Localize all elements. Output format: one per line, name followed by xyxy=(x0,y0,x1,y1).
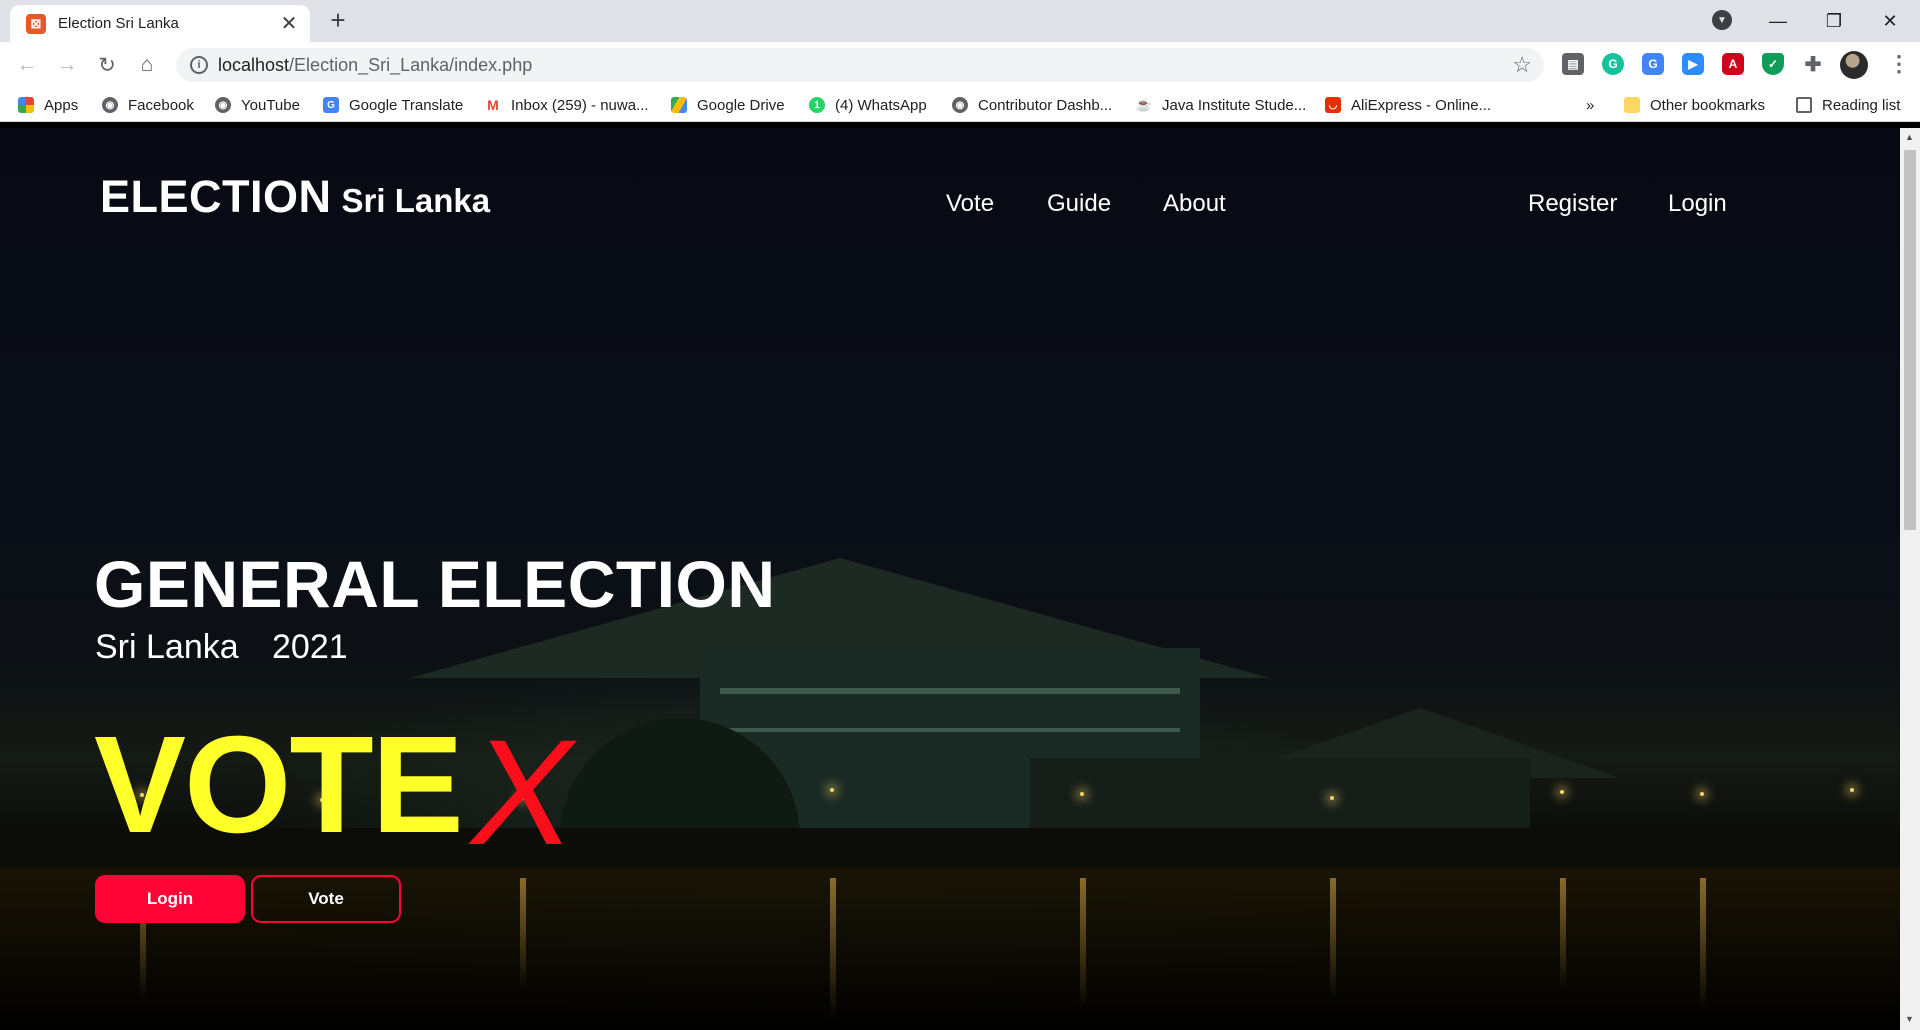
nav-guide-link[interactable]: Guide xyxy=(1047,190,1111,218)
bookmark-other-bookmarks[interactable]: Other bookmarks xyxy=(1624,93,1765,117)
adobe-pdf-icon[interactable]: A xyxy=(1722,53,1744,75)
nav-vote-link[interactable]: Vote xyxy=(946,190,994,218)
bookmark-google-drive[interactable]: Google Drive xyxy=(671,93,785,117)
bookmark-google-translate[interactable]: G Google Translate xyxy=(323,93,463,117)
extensions-puzzle-icon[interactable]: ✚ xyxy=(1802,53,1824,76)
url-text[interactable]: localhost/Election_Sri_Lanka/index.php xyxy=(218,55,532,76)
reader-mode-icon[interactable]: ▤ xyxy=(1562,53,1584,75)
shield-extension-icon[interactable]: ✓ xyxy=(1762,53,1784,75)
bookmark-contributor-dashboard[interactable]: ◉ Contributor Dashb... xyxy=(952,93,1112,117)
xampp-favicon-icon: ⊠ xyxy=(26,13,46,34)
tab-title: Election Sri Lanka xyxy=(58,15,179,32)
hero-country: Sri Lanka xyxy=(95,628,239,666)
brand-title: ELECTION xyxy=(100,171,332,222)
bookmark-java-institute[interactable]: ☕ Java Institute Stude... xyxy=(1136,93,1306,117)
bookmark-facebook[interactable]: ◉ Facebook xyxy=(102,93,194,117)
nav-about-link[interactable]: About xyxy=(1163,190,1226,218)
browser-tab-active[interactable]: ⊠ Election Sri Lanka ✕ xyxy=(10,5,310,42)
drive-icon xyxy=(671,97,687,113)
hero-vote-button[interactable]: Vote xyxy=(251,875,401,923)
tab-search-icon[interactable]: ▼ xyxy=(1712,10,1732,30)
brand-subtitle: Sri Lanka xyxy=(341,182,491,219)
globe-icon: ◉ xyxy=(952,97,968,113)
reading-list-icon xyxy=(1796,97,1812,113)
close-window-button[interactable]: ✕ xyxy=(1862,0,1918,42)
reload-icon[interactable]: ↻ xyxy=(93,51,121,79)
nav-login-link[interactable]: Login xyxy=(1668,190,1727,218)
bookmark-whatsapp[interactable]: 1 (4) WhatsApp xyxy=(809,93,927,117)
bookmarks-bar: Apps ◉ Facebook ◉ YouTube G Google Trans… xyxy=(0,88,1920,122)
nav-register-link[interactable]: Register xyxy=(1528,190,1617,218)
java-icon: ☕ xyxy=(1135,97,1153,113)
browser-toolbar: ← → ↻ ⌂ i localhost/Election_Sri_Lanka/i… xyxy=(0,42,1920,88)
back-arrow-icon[interactable]: ← xyxy=(13,51,41,79)
folder-icon xyxy=(1624,97,1640,113)
tab-strip: ⊠ Election Sri Lanka ✕ + ▼ — ❐ ✕ xyxy=(0,0,1920,42)
address-bar[interactable]: i localhost/Election_Sri_Lanka/index.php… xyxy=(176,48,1544,82)
page-scrollbar[interactable]: ▲ ▼ xyxy=(1900,128,1920,1030)
bookmark-star-icon[interactable]: ☆ xyxy=(1512,52,1532,78)
bookmark-aliexpress[interactable]: ◡ AliExpress - Online... xyxy=(1325,93,1491,117)
site-logo[interactable]: ELECTION Sri Lanka xyxy=(100,171,490,223)
tab-close-icon[interactable]: ✕ xyxy=(278,13,300,35)
reading-list[interactable]: Reading list xyxy=(1796,93,1900,117)
site-info-icon[interactable]: i xyxy=(190,56,208,74)
aliexpress-icon: ◡ xyxy=(1325,97,1341,113)
globe-icon: ◉ xyxy=(102,97,118,113)
home-icon[interactable]: ⌂ xyxy=(133,51,161,79)
zoom-icon[interactable]: ▶ xyxy=(1682,53,1704,75)
hero-year: 2021 xyxy=(272,628,348,666)
google-translate-icon[interactable]: G xyxy=(1642,53,1664,75)
scroll-up-arrow-icon[interactable]: ▲ xyxy=(1905,132,1914,142)
page-viewport: ELECTION Sri Lanka Vote Guide About Regis… xyxy=(0,128,1900,1030)
bookmarks-overflow-chevron-icon[interactable]: » xyxy=(1586,93,1594,117)
scroll-down-arrow-icon[interactable]: ▼ xyxy=(1905,1014,1914,1024)
maximize-button[interactable]: ❐ xyxy=(1806,0,1862,42)
translate-icon: G xyxy=(323,97,339,113)
forward-arrow-icon[interactable]: → xyxy=(53,51,81,79)
bookmark-gmail-inbox[interactable]: M Inbox (259) - nuwa... xyxy=(485,93,649,117)
bookmark-apps[interactable]: Apps xyxy=(18,93,78,117)
apps-grid-icon xyxy=(18,97,34,113)
chrome-menu-icon[interactable]: ⋮ xyxy=(1888,52,1910,78)
minimize-button[interactable]: — xyxy=(1750,0,1806,42)
grammarly-icon[interactable]: G xyxy=(1602,53,1624,75)
scroll-thumb[interactable] xyxy=(1904,150,1916,530)
hero-login-button[interactable]: Login xyxy=(95,875,245,923)
whatsapp-icon: 1 xyxy=(809,97,825,113)
profile-avatar[interactable] xyxy=(1840,51,1868,79)
hero-vote-word: VOTE xyxy=(94,708,464,862)
new-tab-button[interactable]: + xyxy=(324,6,352,34)
gmail-icon: M xyxy=(485,97,501,113)
globe-icon: ◉ xyxy=(215,97,231,113)
bookmark-youtube[interactable]: ◉ YouTube xyxy=(215,93,300,117)
hero-title: GENERAL ELECTION xyxy=(94,547,776,621)
